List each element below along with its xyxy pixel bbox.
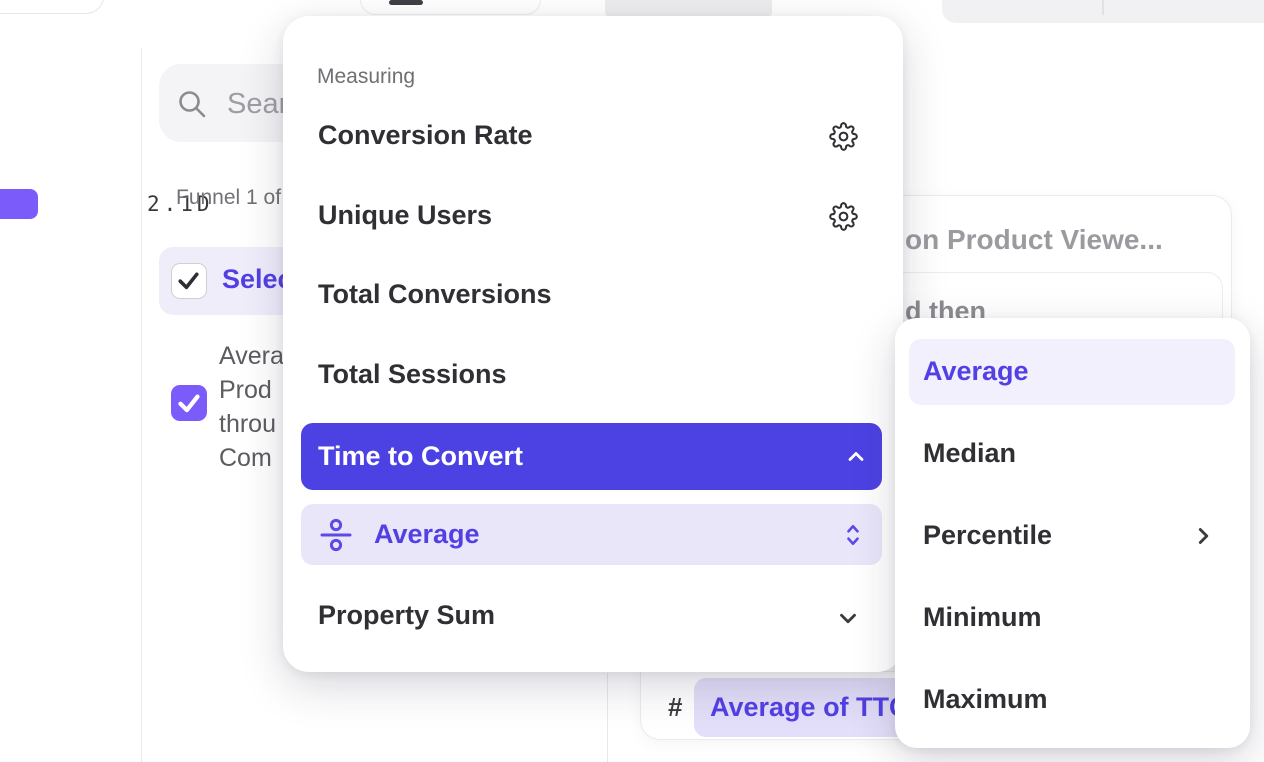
measuring-menu: Measuring Conversion Rate Unique Users T… [283,16,903,672]
ttc-aggregation-selector[interactable]: Average [301,504,882,565]
top-toolbar-button-fragment[interactable] [360,0,541,15]
menu-item-label: Property Sum [318,600,495,631]
metric-checkbox-checked[interactable] [171,385,207,421]
metric-description: Avera Prod throu Com [219,339,284,475]
gear-icon[interactable] [829,122,858,151]
top-tab-fragment[interactable] [605,0,772,17]
search-icon [177,89,207,119]
middle-column-divider [607,673,608,762]
toolbar-glyph-icon [389,0,423,5]
chevron-up-icon [844,445,868,469]
funnel-step-chip[interactable] [0,189,38,219]
top-left-card-fragment [0,0,104,14]
submenu-item-label: Minimum [923,602,1042,633]
gear-icon[interactable] [829,202,858,231]
chevron-up-down-icon [842,522,864,548]
metric-description-line: Prod [219,373,284,407]
menu-item-time-to-convert-selected[interactable]: Time to Convert [301,423,882,490]
chevron-right-icon [1190,523,1216,549]
metric-description-line: Com [219,441,284,475]
event-name-label[interactable]: on Product Viewe... [905,224,1163,256]
measuring-menu-header: Measuring [317,65,415,89]
metric-description-line: Avera [219,339,284,373]
aggregation-submenu: Average Median Percentile Minimum Maximu… [895,318,1250,748]
checkbox-checked[interactable] [171,263,207,299]
top-right-segmented-control-fragment[interactable] [942,0,1264,23]
metric-pill-label: Average of TTC [710,692,909,723]
segment-divider [1102,0,1104,15]
submenu-item-label: Maximum [923,684,1048,715]
metric-description-line: throu [219,407,284,441]
average-divide-icon [318,517,354,553]
submenu-item-label: Median [923,438,1016,469]
ttc-aggregation-label: Average [374,519,842,550]
left-column-divider [141,48,142,762]
numeric-type-label: # [668,692,682,723]
menu-item-label: Total Sessions [318,359,507,390]
submenu-item-label: Percentile [923,520,1052,551]
funnel-count-label: Funnel 1 of [176,186,281,210]
menu-item-label: Conversion Rate [318,120,533,151]
menu-item-label: Total Conversions [318,279,552,310]
chevron-down-icon [835,605,861,631]
submenu-item-label: Average [923,356,1029,387]
menu-item-label: Time to Convert [318,441,523,472]
menu-item-label: Unique Users [318,200,492,231]
